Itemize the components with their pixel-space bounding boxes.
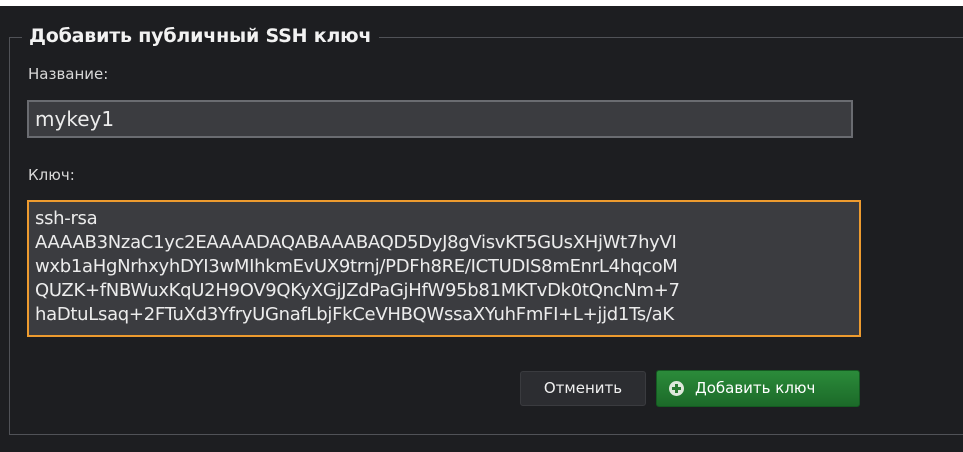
key-text-line: haDtuLsaq+2FTuXd3YfryUGnafLbjFkCeVHBQWss… (35, 304, 674, 325)
add-ssh-key-panel: Добавить публичный SSH ключ Название: my… (0, 6, 963, 452)
add-key-button-label: Добавить ключ (695, 379, 816, 397)
add-key-button[interactable]: Добавить ключ (656, 370, 860, 407)
form-title: Добавить публичный SSH ключ (22, 19, 380, 53)
key-text-line: AAAAB3NzaC1yc2EAAAADAQABAAABAQD5DyJ8gVis… (35, 232, 677, 253)
cancel-button[interactable]: Отменить (520, 371, 646, 406)
key-text-line: ssh-rsa (35, 208, 98, 229)
name-input[interactable]: mykey1 (27, 100, 853, 138)
fieldset-border-bottom (9, 434, 963, 435)
key-textarea[interactable]: ssh-rsa AAAAB3NzaC1yc2EAAAADAQABAAABAQD5… (27, 200, 861, 337)
key-label: Ключ: (28, 166, 75, 184)
key-text-line: wxb1aHgNrhxyhDYI3wMIhkmEvUX9trnj/PDFh8RE… (35, 256, 678, 277)
name-label: Название: (28, 65, 109, 83)
plus-circle-icon (669, 381, 684, 396)
key-text-line: QUZK+fNBWuxKqU2H9OV9QKyXGjJZdPaGjHfW95b8… (35, 280, 680, 301)
fieldset-border-left (9, 37, 10, 435)
